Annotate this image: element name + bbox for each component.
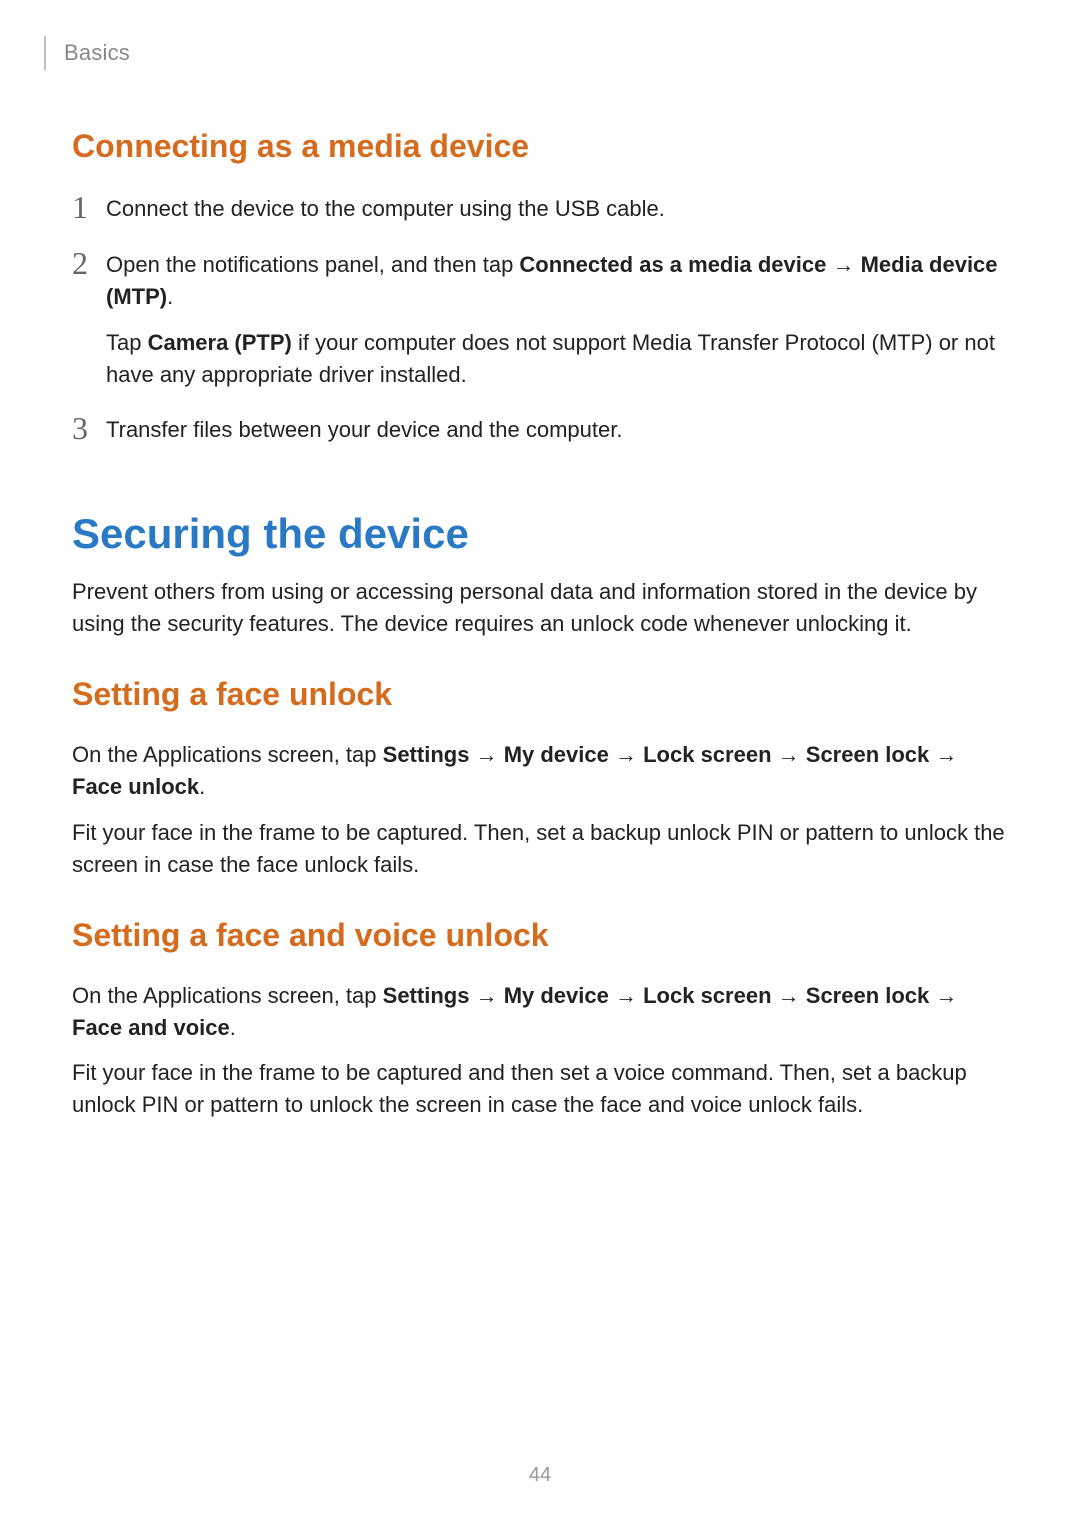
text-fragment: On the Applications screen, tap [72, 983, 383, 1008]
text-fragment: . [230, 1015, 236, 1040]
bold-text: Lock screen [643, 983, 771, 1008]
bold-text: Settings [383, 742, 470, 767]
heading-face-unlock: Setting a face unlock [72, 676, 1008, 713]
text-fragment: Tap [106, 330, 148, 355]
arrow-icon: → [935, 742, 957, 767]
bold-text: Lock screen [643, 742, 771, 767]
arrow-icon: → [778, 983, 800, 1008]
step-text: Connect the device to the computer using… [106, 193, 1008, 225]
section-connecting: Connecting as a media device 1 Connect t… [72, 128, 1008, 446]
heading-connecting: Connecting as a media device [72, 128, 1008, 165]
arrow-icon: → [615, 983, 637, 1008]
bold-text: Camera (PTP) [148, 330, 292, 355]
step-number: 3 [72, 412, 106, 446]
step-text: Open the notifications panel, and then t… [106, 249, 1008, 313]
arrow-icon: → [615, 742, 637, 767]
bold-text: Connected as a media device [519, 252, 826, 277]
heading-face-voice: Setting a face and voice unlock [72, 917, 1008, 954]
chapter-label: Basics [64, 40, 130, 66]
step-text: Transfer files between your device and t… [106, 414, 1008, 446]
bold-text: Screen lock [806, 983, 930, 1008]
face-voice-path: On the Applications screen, tap Settings… [72, 980, 1008, 1044]
bold-text: Face unlock [72, 774, 199, 799]
step-3: 3 Transfer files between your device and… [72, 412, 1008, 446]
text-fragment: On the Applications screen, tap [72, 742, 383, 767]
page-header: Basics [72, 36, 1008, 70]
arrow-icon: → [935, 983, 957, 1008]
step-number: 1 [72, 191, 106, 225]
step-1: 1 Connect the device to the computer usi… [72, 191, 1008, 225]
bold-text: My device [504, 742, 609, 767]
section-face-unlock: Setting a face unlock On the Application… [72, 676, 1008, 881]
text-fragment: Open the notifications panel, and then t… [106, 252, 519, 277]
bold-text: My device [504, 983, 609, 1008]
text-fragment: . [199, 774, 205, 799]
face-unlock-path: On the Applications screen, tap Settings… [72, 739, 1008, 803]
face-unlock-desc: Fit your face in the frame to be capture… [72, 817, 1008, 881]
arrow-icon: → [476, 983, 498, 1008]
bold-text: Screen lock [806, 742, 930, 767]
bold-text: Settings [383, 983, 470, 1008]
bold-text: Face and voice [72, 1015, 230, 1040]
face-voice-desc: Fit your face in the frame to be capture… [72, 1057, 1008, 1121]
arrow-icon: → [832, 252, 854, 277]
arrow-icon: → [476, 742, 498, 767]
section-face-voice: Setting a face and voice unlock On the A… [72, 917, 1008, 1122]
page: Basics Connecting as a media device 1 Co… [0, 0, 1080, 1527]
section-securing: Securing the device Prevent others from … [72, 510, 1008, 640]
arrow-icon: → [778, 742, 800, 767]
text-fragment: . [167, 284, 173, 309]
heading-securing: Securing the device [72, 510, 1008, 558]
step-2: 2 Open the notifications panel, and then… [72, 247, 1008, 391]
step-text-secondary: Tap Camera (PTP) if your computer does n… [106, 327, 1008, 391]
header-divider [44, 36, 46, 70]
intro-text: Prevent others from using or accessing p… [72, 576, 1008, 640]
steps-list: 1 Connect the device to the computer usi… [72, 191, 1008, 446]
page-number: 44 [0, 1464, 1080, 1487]
step-number: 2 [72, 247, 106, 281]
